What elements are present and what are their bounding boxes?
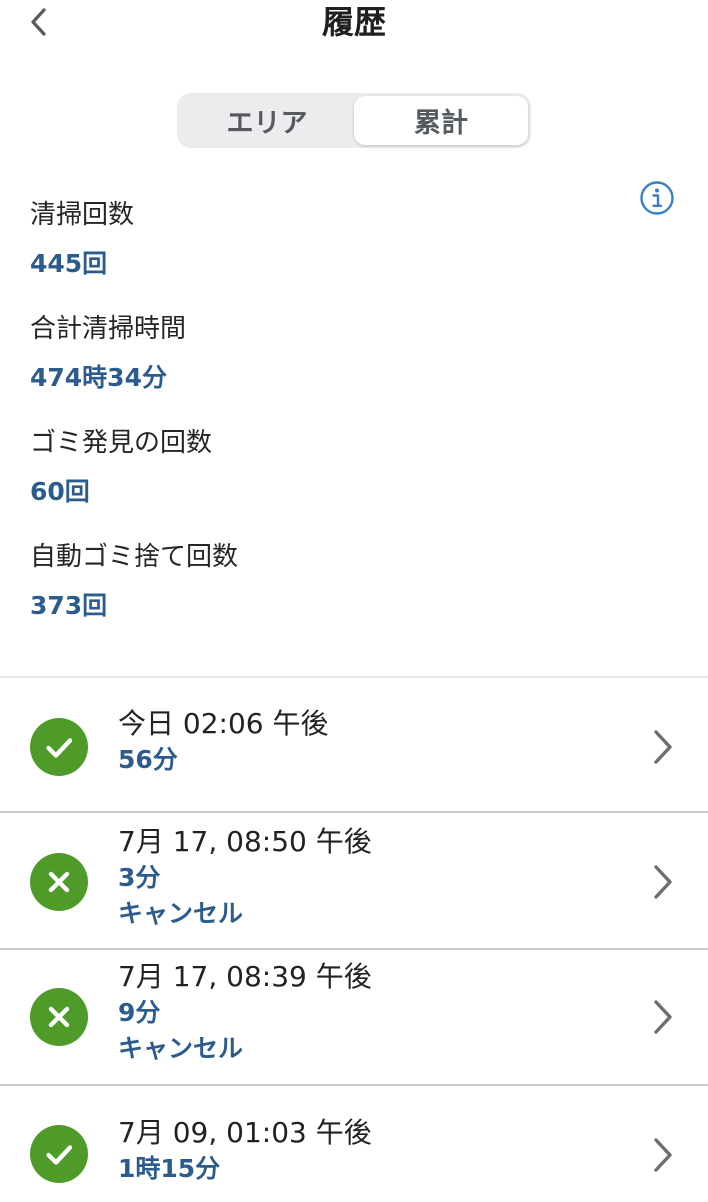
history-item[interactable]: 7月 17, 08:50 午後 3分 キャンセル	[0, 816, 708, 948]
history-duration: 9分	[118, 998, 161, 1027]
info-button[interactable]	[639, 180, 675, 216]
stat-value: 445回	[30, 249, 108, 278]
chevron-right-icon	[654, 865, 672, 899]
chevron-right-icon	[654, 730, 672, 764]
stat-auto-empty-count: 自動ゴミ捨て回数 373回	[30, 538, 238, 652]
chevron-right-icon	[654, 1000, 672, 1034]
history-item-text: 7月 17, 08:39 午後 9分 キャンセル	[118, 959, 372, 1067]
page-title: 履歴	[321, 3, 386, 41]
chevron-right-icon	[654, 1138, 672, 1172]
row-divider	[0, 948, 708, 950]
header: 履歴	[0, 0, 708, 60]
x-circle-icon	[30, 853, 88, 911]
stat-value: 373回	[30, 591, 108, 620]
history-date: 今日 02:06 午後	[118, 707, 329, 740]
history-item-text: 今日 02:06 午後 56分	[118, 706, 329, 778]
history-date: 7月 17, 08:50 午後	[118, 825, 372, 858]
history-item[interactable]: 今日 02:06 午後 56分	[0, 678, 708, 812]
history-status-note: キャンセル	[118, 899, 244, 928]
history-item[interactable]: 7月 17, 08:39 午後 9分 キャンセル	[0, 951, 708, 1084]
history-item[interactable]: 7月 09, 01:03 午後 1時15分	[0, 1087, 708, 1202]
info-icon	[640, 181, 674, 215]
history-date: 7月 17, 08:39 午後	[118, 960, 372, 993]
row-divider	[0, 811, 708, 813]
history-list: 今日 02:06 午後 56分 7月 17, 08:50 午後 3分 キャンセル	[0, 676, 708, 1183]
x-circle-icon	[30, 988, 88, 1046]
segmented-control: エリア 累計	[177, 93, 531, 148]
stat-cleaning-count: 清掃回数 445回	[30, 196, 238, 310]
stat-label: 清掃回数	[30, 200, 135, 230]
stat-value: 474時34分	[30, 363, 167, 392]
stat-total-cleaning-time: 合計清掃時間 474時34分	[30, 310, 238, 424]
stat-label: ゴミ発見の回数	[30, 428, 213, 458]
history-date: 7月 09, 01:03 午後	[118, 1116, 372, 1149]
history-status-note: キャンセル	[118, 1034, 244, 1063]
stat-dirt-detected-count: ゴミ発見の回数 60回	[30, 424, 238, 538]
history-duration: 3分	[118, 863, 161, 892]
stat-label: 自動ゴミ捨て回数	[30, 542, 239, 572]
history-duration: 56分	[118, 745, 178, 774]
stat-value: 60回	[30, 477, 90, 506]
check-circle-icon	[30, 718, 88, 776]
stat-label: 合計清掃時間	[30, 314, 187, 344]
row-divider	[0, 1084, 708, 1086]
history-duration: 1時15分	[118, 1154, 221, 1183]
history-item-text: 7月 09, 01:03 午後 1時15分	[118, 1115, 372, 1187]
tab-area[interactable]: エリア	[180, 96, 354, 145]
cumulative-stats: 清掃回数 445回 合計清掃時間 474時34分 ゴミ発見の回数 60回 自動ゴ…	[30, 196, 238, 652]
check-circle-icon	[30, 1125, 88, 1183]
tab-cumulative[interactable]: 累計	[354, 96, 528, 145]
history-item-text: 7月 17, 08:50 午後 3分 キャンセル	[118, 824, 372, 932]
